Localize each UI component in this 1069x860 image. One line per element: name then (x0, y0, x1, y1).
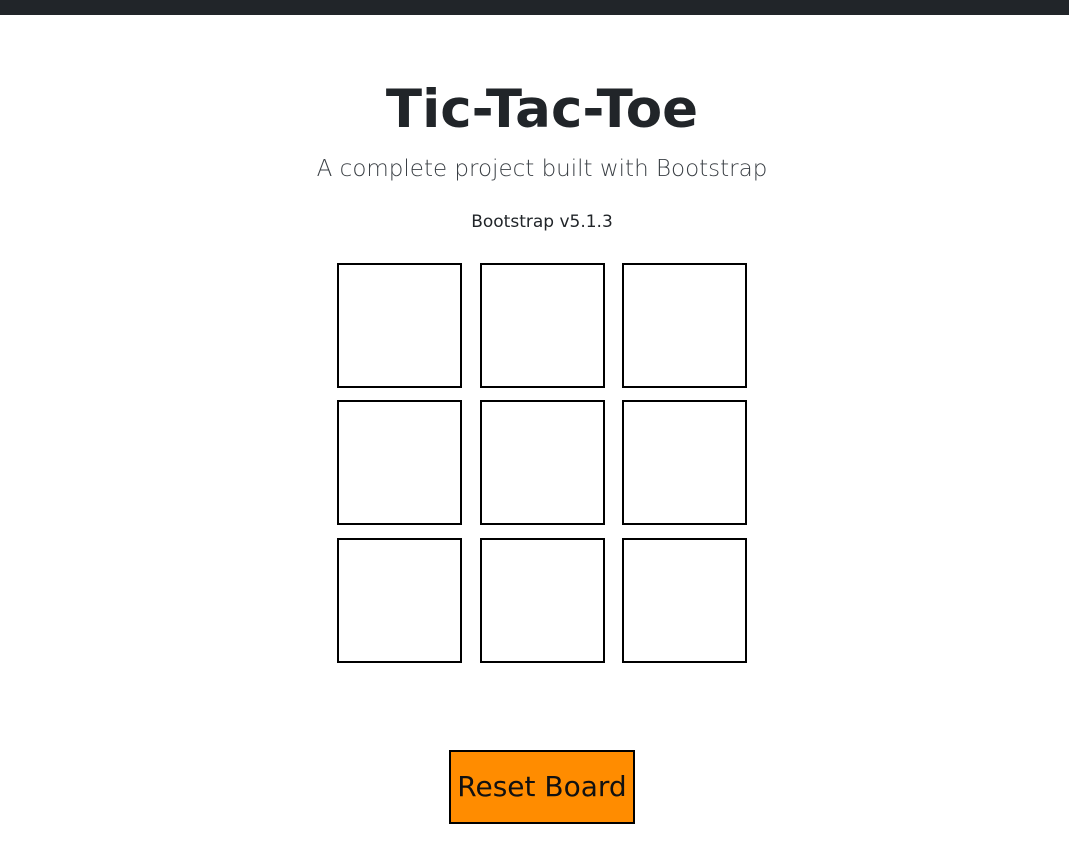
version-label: Bootstrap v5.1.3 (471, 212, 613, 232)
board-cell-8[interactable] (480, 538, 605, 663)
board-cell-2[interactable] (480, 263, 605, 388)
board-cell-5[interactable] (480, 400, 605, 525)
page-subtitle: A complete project built with Bootstrap (316, 156, 768, 182)
reset-board-button[interactable]: Reset Board (449, 750, 635, 824)
board-cell-9[interactable] (622, 538, 747, 663)
board-cell-3[interactable] (622, 263, 747, 388)
top-navbar (0, 0, 1069, 15)
board-cell-1[interactable] (337, 263, 462, 388)
game-board (337, 263, 747, 663)
page-title: Tic-Tac-Toe (385, 79, 699, 140)
board-cell-6[interactable] (622, 400, 747, 525)
board-cell-7[interactable] (337, 538, 462, 663)
board-cell-4[interactable] (337, 400, 462, 525)
